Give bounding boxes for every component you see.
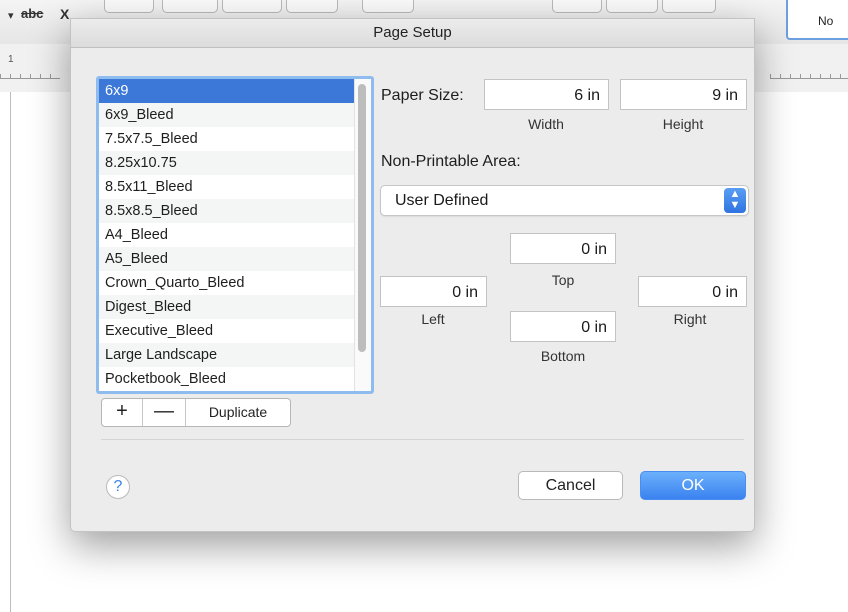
height-label: Height xyxy=(662,116,704,132)
ruler-number: 1 xyxy=(8,54,14,65)
left-label: Left xyxy=(421,311,445,327)
list-scrollbar[interactable] xyxy=(354,79,371,391)
margin-bottom-field[interactable]: 0 in xyxy=(510,311,616,342)
remove-paper-button[interactable]: — xyxy=(143,399,186,426)
paper-size-label: Paper Size: xyxy=(381,87,464,104)
help-button[interactable]: ? xyxy=(106,475,130,499)
page-edge xyxy=(10,92,11,612)
divider xyxy=(101,439,744,440)
paper-height-field[interactable]: 9 in xyxy=(620,79,747,110)
paragraph-style-box[interactable]: No xyxy=(786,0,848,40)
list-edit-controls: + — Duplicate xyxy=(101,398,291,427)
paper-list-item[interactable]: 8.5x11_Bleed xyxy=(99,175,371,199)
toolbar-button[interactable] xyxy=(286,0,338,13)
width-label: Width xyxy=(528,116,564,132)
paper-size-list[interactable]: 6x9 6x9_Bleed 7.5x7.5_Bleed 8.25x10.75 8… xyxy=(96,76,374,394)
paper-list-item[interactable]: Large Landscape xyxy=(99,343,371,367)
ruler-ticks-right xyxy=(770,68,848,79)
toolbar-button[interactable] xyxy=(662,0,716,13)
toolbar-button[interactable] xyxy=(552,0,602,13)
paper-list-item[interactable]: Crown_Quarto_Bleed xyxy=(99,271,371,295)
style-box-label: No xyxy=(818,14,834,28)
paper-list-item[interactable]: A4_Bleed xyxy=(99,223,371,247)
paper-list-item[interactable]: A5_Bleed xyxy=(99,247,371,271)
paper-list-item[interactable]: 8.5x8.5_Bleed xyxy=(99,199,371,223)
toolbar-x-button[interactable]: X xyxy=(60,6,69,22)
strikethrough-button[interactable]: abc xyxy=(21,6,43,21)
add-paper-button[interactable]: + xyxy=(102,399,143,426)
paper-list-item[interactable]: Digest_Bleed xyxy=(99,295,371,319)
non-printable-area-popup[interactable]: User Defined ▲ ▼ xyxy=(380,185,749,216)
cancel-button[interactable]: Cancel xyxy=(518,471,623,500)
toolbar-button[interactable] xyxy=(104,0,154,13)
paper-list-item[interactable]: Pocketbook_Bleed xyxy=(99,367,371,391)
paper-list-item[interactable]: 8.25x10.75 xyxy=(99,151,371,175)
ok-button[interactable]: OK xyxy=(640,471,746,500)
paper-list-item[interactable]: Executive_Bleed xyxy=(99,319,371,343)
margin-top-field[interactable]: 0 in xyxy=(510,233,616,264)
toolbar-button[interactable] xyxy=(162,0,218,13)
paper-list-item[interactable]: 6x9 xyxy=(99,79,371,103)
margin-left-field[interactable]: 0 in xyxy=(380,276,487,307)
updown-arrows-icon: ▲ ▼ xyxy=(724,188,746,213)
popup-selected-value: User Defined xyxy=(395,192,489,209)
paper-list-item[interactable]: 6x9_Bleed xyxy=(99,103,371,127)
paper-list-item[interactable]: 7.5x7.5_Bleed xyxy=(99,127,371,151)
highlight-button[interactable] xyxy=(222,0,282,13)
margin-right-field[interactable]: 0 in xyxy=(638,276,747,307)
toolbar-dropdown-arrow-icon[interactable]: ▾ xyxy=(8,9,14,22)
right-label: Right xyxy=(673,311,707,327)
top-label: Top xyxy=(551,272,575,288)
dialog-title: Page Setup xyxy=(71,19,754,48)
page-setup-dialog: Page Setup 6x9 6x9_Bleed 7.5x7.5_Bleed 8… xyxy=(70,18,755,532)
list-scrollbar-thumb[interactable] xyxy=(358,84,366,352)
bottom-label: Bottom xyxy=(540,348,586,364)
duplicate-button[interactable]: Duplicate xyxy=(186,399,290,426)
toolbar-button[interactable] xyxy=(362,0,414,13)
paper-width-field[interactable]: 6 in xyxy=(484,79,609,110)
toolbar-button[interactable] xyxy=(606,0,658,13)
ruler-ticks-left xyxy=(0,68,60,79)
non-printable-area-label: Non-Printable Area: xyxy=(381,153,521,170)
